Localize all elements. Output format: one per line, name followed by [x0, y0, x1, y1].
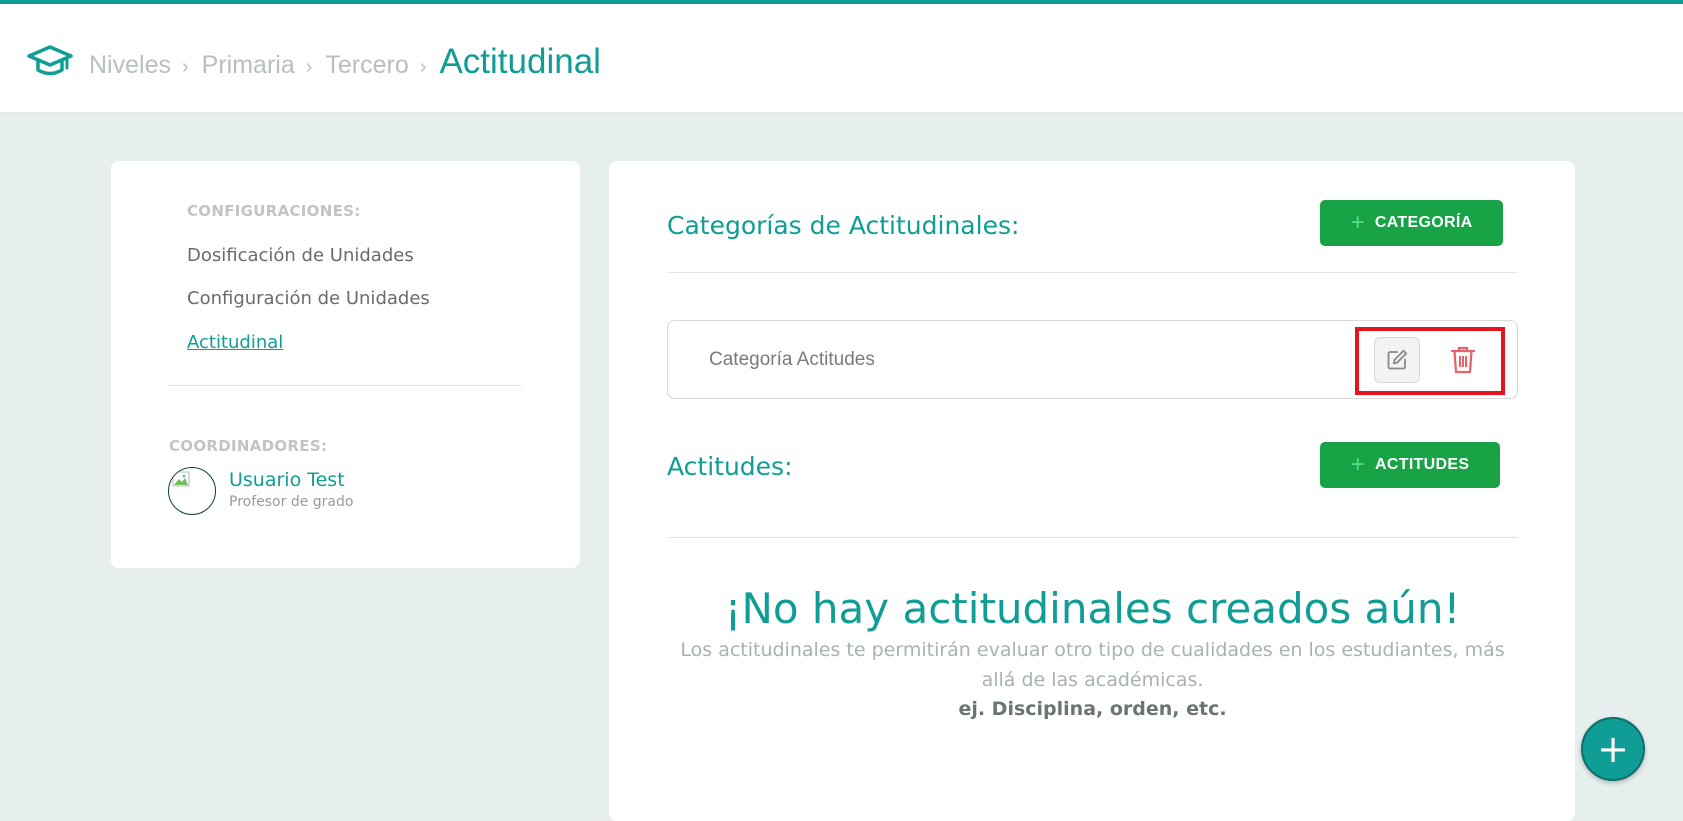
main-panel [609, 161, 1575, 821]
add-category-label: CATEGORÍA [1374, 214, 1473, 231]
breadcrumb-separator: › [181, 56, 189, 78]
graduation-cap-icon [27, 45, 73, 76]
plus-icon: + [1350, 209, 1365, 236]
breadcrumb-separator: › [305, 56, 313, 78]
sidebar-link-dosificacion[interactable]: Dosificación de Unidades [187, 245, 414, 266]
section-divider [667, 272, 1518, 273]
page-header: Niveles › Primaria › Tercero › Actitudin… [0, 4, 1683, 112]
avatar [168, 467, 216, 515]
coordinators-heading: COORDINADORES: [169, 437, 328, 455]
sidebar-link-actitudinal[interactable]: Actitudinal [187, 332, 283, 353]
trash-icon [1450, 346, 1476, 374]
edit-category-button[interactable] [1374, 337, 1420, 383]
coordinator-role: Profesor de grado [229, 494, 354, 510]
add-category-button[interactable]: + CATEGORÍA [1320, 200, 1503, 246]
config-heading: CONFIGURACIONES: [187, 202, 361, 220]
sidebar-link-configuracion[interactable]: Configuración de Unidades [187, 288, 430, 309]
sidebar-divider [168, 385, 522, 386]
breadcrumb-separator: › [419, 56, 427, 78]
add-attitudes-label: ACTITUDES [1375, 456, 1470, 473]
breadcrumb-niveles[interactable]: Niveles [89, 51, 171, 80]
broken-image-icon [172, 471, 190, 487]
attitudes-title: Actitudes: [667, 452, 793, 481]
section-divider [667, 537, 1518, 538]
add-attitudes-button[interactable]: + ACTITUDES [1320, 442, 1500, 488]
breadcrumb-primaria[interactable]: Primaria [202, 51, 295, 80]
coordinator-name[interactable]: Usuario Test [229, 469, 345, 491]
plus-icon: + [1350, 451, 1366, 478]
empty-state-description: Los actitudinales te permitirán evaluar … [680, 639, 1505, 691]
floating-add-button[interactable]: + [1581, 717, 1645, 781]
edit-icon [1387, 349, 1408, 370]
delete-category-button[interactable] [1440, 337, 1486, 383]
categories-title: Categorías de Actitudinales: [667, 211, 1020, 240]
breadcrumb-current: Actitudinal [439, 42, 601, 81]
empty-state-example: ej. Disciplina, orden, etc. [958, 698, 1227, 720]
category-name: Categoría Actitudes [709, 349, 875, 370]
breadcrumb-tercero[interactable]: Tercero [325, 51, 408, 80]
empty-state-title: ¡No hay actitudinales creados aún! [724, 584, 1461, 633]
breadcrumb: Niveles › Primaria › Tercero › Actitudin… [89, 42, 601, 82]
